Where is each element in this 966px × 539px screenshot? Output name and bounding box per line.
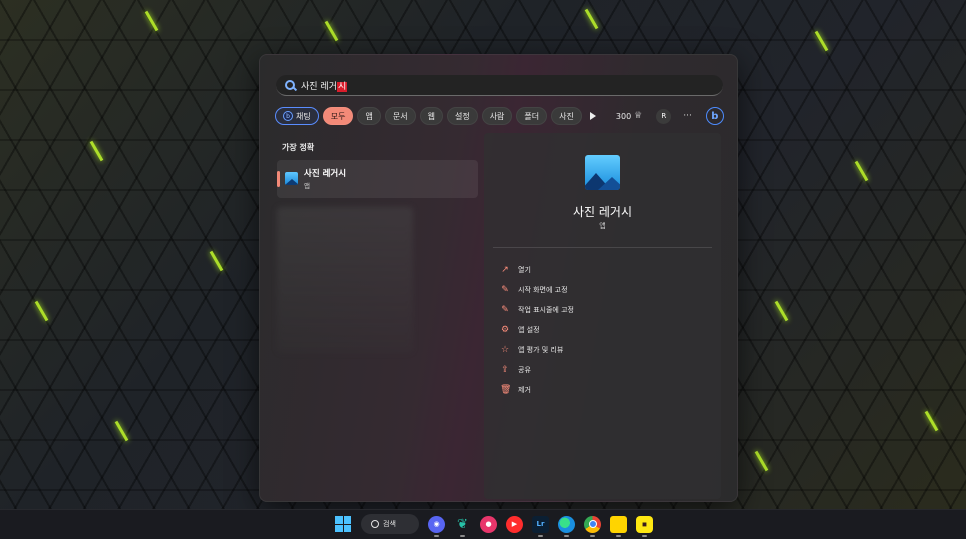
trash-icon: 🗑 xyxy=(500,385,512,395)
star-icon: ☆ xyxy=(500,345,510,355)
lightroom-icon[interactable]: Lr xyxy=(532,515,549,537)
filter-photos[interactable]: 사진 xyxy=(551,107,582,125)
rewards-points[interactable]: 300 ♕ xyxy=(616,111,642,121)
discord-icon[interactable]: ◉ xyxy=(428,515,445,537)
details-title: 사진 레거시 xyxy=(572,205,632,219)
pin-icon: ✎ xyxy=(501,305,509,315)
app-details-pane: 사진 레거시 앱 ↗ 열기 ✎ 시작 화면에 고정 ✎ 작업 표시줄에 고정 ⚙… xyxy=(484,133,721,499)
action-pin-taskbar[interactable]: ✎ 작업 표시줄에 고정 xyxy=(500,300,574,320)
best-match-item[interactable]: 사진 레거시 앱 xyxy=(277,160,478,198)
action-app-settings[interactable]: ⚙ 앱 설정 xyxy=(500,320,574,340)
more-options-icon[interactable]: ··· xyxy=(683,111,692,121)
search-input[interactable]: 사진 레거시 xyxy=(276,75,723,96)
kakaotalk-icon[interactable]: ◼ xyxy=(636,515,653,537)
gear-icon: ⚙ xyxy=(500,325,510,335)
filter-settings[interactable]: 설정 xyxy=(446,107,478,125)
search-query[interactable]: 사진 레거시 xyxy=(301,79,348,92)
filter-folders[interactable]: 폴더 xyxy=(516,107,548,125)
action-uninstall[interactable]: 🗑 제거 xyxy=(500,380,574,400)
action-rate-review[interactable]: ☆ 앱 평가 및 리뷰 xyxy=(500,340,574,360)
share-icon: ⇪ xyxy=(501,365,509,375)
trophy-icon: ♕ xyxy=(634,111,643,121)
search-icon xyxy=(285,80,295,90)
action-share[interactable]: ⇪ 공유 xyxy=(500,360,574,380)
start-button[interactable] xyxy=(334,515,352,533)
filter-apps[interactable]: 앱 xyxy=(357,107,381,125)
camera-app-icon[interactable]: ● xyxy=(480,515,497,533)
bing-icon[interactable]: b xyxy=(705,107,724,125)
bing-chat-icon: b xyxy=(283,111,293,121)
search-query-selection: 시 xyxy=(336,81,348,92)
action-open[interactable]: ↗ 열기 xyxy=(500,260,574,280)
taskbar: 검색 ◉ ❦ ● ▶ Lr ◼ xyxy=(0,509,966,539)
best-match-name: 사진 레거시 xyxy=(304,169,347,179)
bird-app-icon[interactable]: ❦ xyxy=(454,516,471,537)
filter-documents[interactable]: 문서 xyxy=(384,107,416,125)
filter-all[interactable]: 모두 xyxy=(322,107,354,125)
details-subtitle: 앱 xyxy=(599,222,606,230)
chrome-icon[interactable] xyxy=(584,515,601,537)
filter-bar: b 채팅 모두 앱 문서 웹 설정 사람 폴더 사진 300 ♕ R ··· b xyxy=(275,106,725,126)
action-pin-start[interactable]: ✎ 시작 화면에 고정 xyxy=(500,280,574,300)
video-player-icon[interactable]: ▶ xyxy=(506,515,523,533)
blurred-results xyxy=(277,207,413,353)
taskbar-search[interactable]: 검색 xyxy=(361,514,419,534)
selection-indicator xyxy=(277,171,280,187)
sticky-notes-icon[interactable] xyxy=(610,515,627,537)
edge-icon[interactable] xyxy=(558,515,575,537)
search-panel: 사진 레거시 b 채팅 모두 앱 문서 웹 설정 사람 폴더 사진 300 ♕ R… xyxy=(259,54,738,502)
search-icon xyxy=(371,520,379,528)
pin-icon: ✎ xyxy=(501,285,509,295)
photos-app-icon xyxy=(585,155,620,190)
avatar[interactable]: R xyxy=(656,108,672,124)
more-filters-icon[interactable] xyxy=(589,112,596,120)
open-icon: ↗ xyxy=(501,265,509,275)
action-list: ↗ 열기 ✎ 시작 화면에 고정 ✎ 작업 표시줄에 고정 ⚙ 앱 설정 ☆ 앱… xyxy=(500,260,574,400)
divider xyxy=(493,247,712,248)
photos-app-icon xyxy=(285,172,298,185)
best-match-type: 앱 xyxy=(304,182,310,190)
filter-web[interactable]: 웹 xyxy=(419,107,443,125)
best-match-heading: 가장 정확 xyxy=(282,143,315,152)
filter-people[interactable]: 사람 xyxy=(481,107,513,125)
chat-chip[interactable]: b 채팅 xyxy=(275,107,319,125)
